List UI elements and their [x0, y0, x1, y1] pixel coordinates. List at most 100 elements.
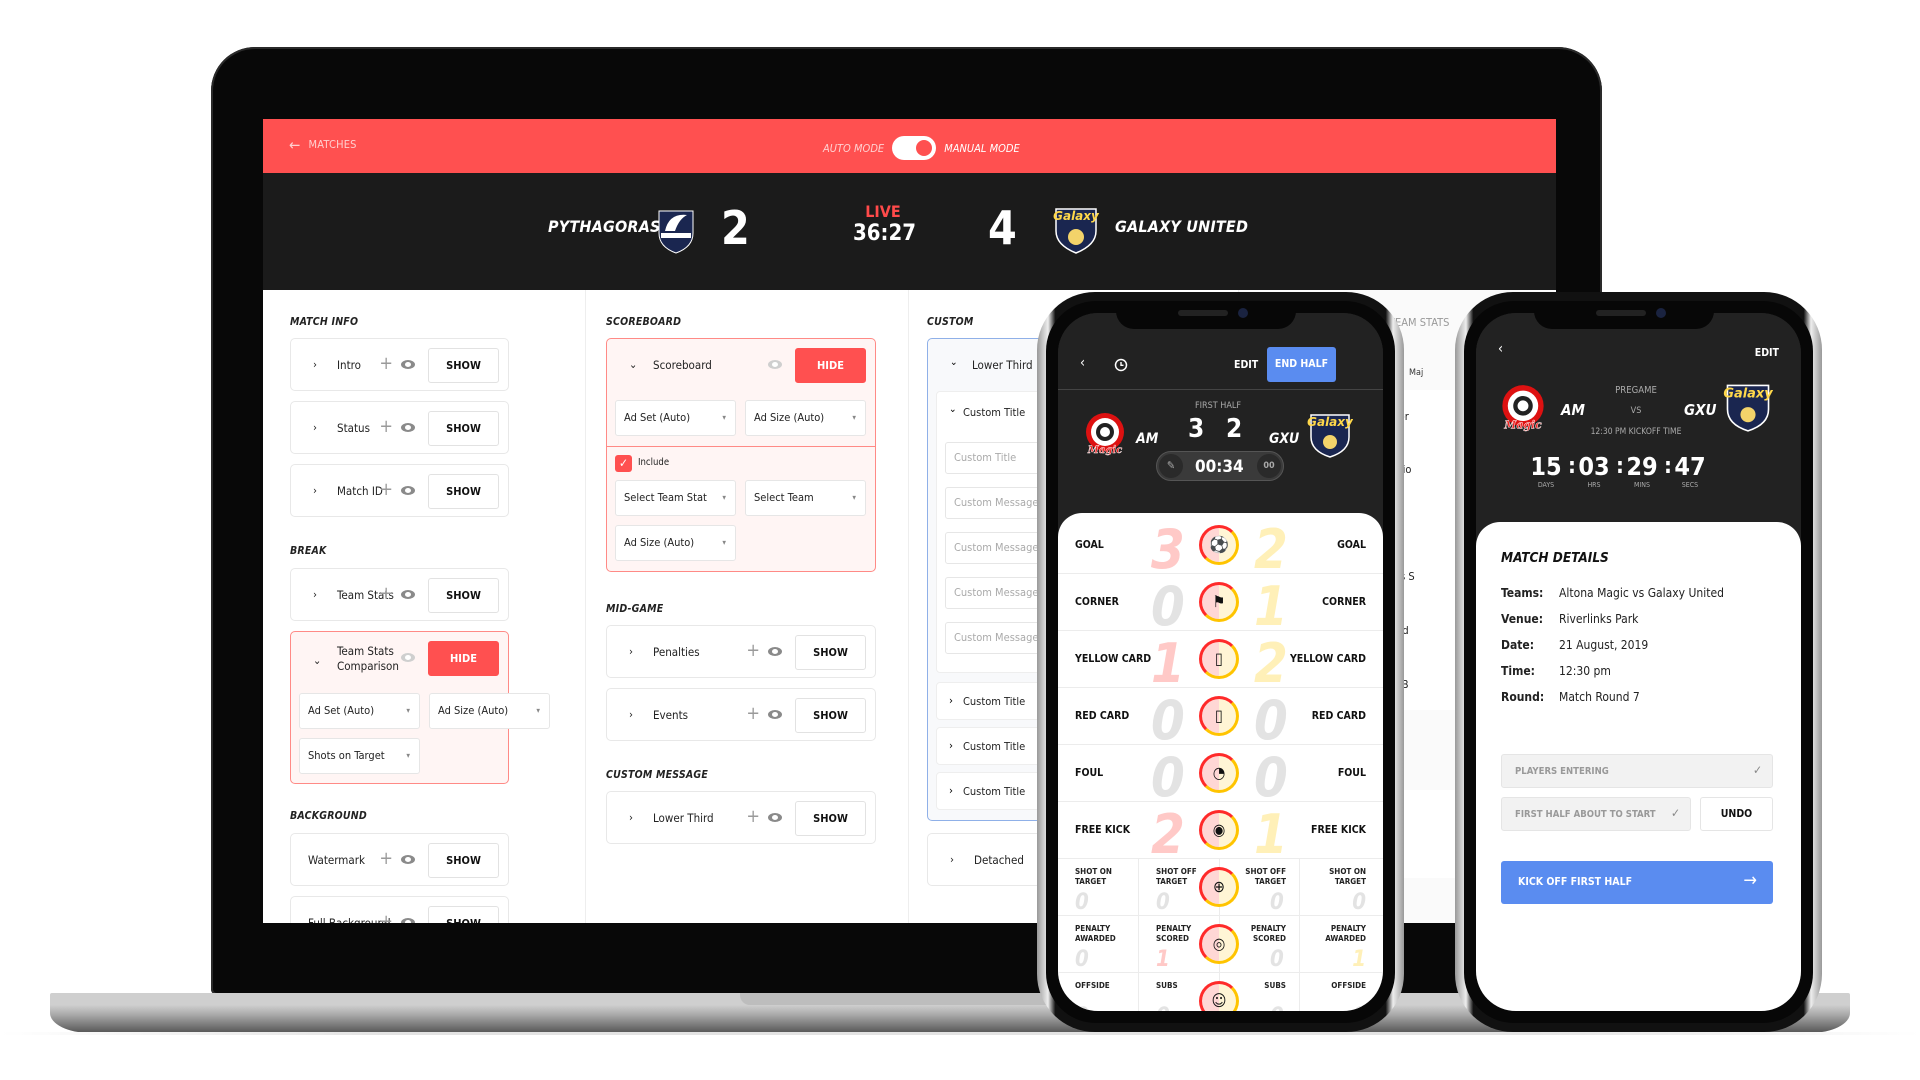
eye-icon[interactable]	[401, 918, 415, 923]
stat-value[interactable]: 0	[1352, 892, 1366, 914]
mode-toggle[interactable]	[892, 136, 937, 160]
stat-value[interactable]: 0	[1075, 1006, 1089, 1012]
chevron-down-icon[interactable]: ⌄	[949, 404, 957, 415]
chevron-down-icon[interactable]: ⌄	[629, 358, 637, 371]
eye-icon[interactable]	[401, 423, 415, 432]
graphic-row-lower-third[interactable]: › Lower Third + SHOW	[606, 791, 876, 844]
chevron-down-icon[interactable]: ⌄	[950, 357, 958, 368]
stat-value[interactable]: 0	[1156, 892, 1170, 914]
hide-button[interactable]: HIDE	[795, 348, 866, 383]
ad-size-select[interactable]: Ad Size (Auto)	[429, 693, 550, 729]
ad-set-select[interactable]: Ad Set (Auto)	[615, 400, 736, 436]
chevron-right-icon[interactable]: ›	[949, 784, 953, 797]
plus-icon[interactable]: +	[379, 416, 393, 437]
stat-away-value[interactable]: 2	[1254, 637, 1288, 691]
stat-home-value[interactable]: 0	[1151, 694, 1185, 748]
show-button[interactable]: SHOW	[428, 578, 499, 613]
stat-home-value[interactable]: 1	[1151, 637, 1185, 691]
plus-icon[interactable]: +	[379, 911, 393, 923]
chevron-right-icon[interactable]: ›	[313, 588, 317, 601]
chevron-right-icon[interactable]: ›	[949, 739, 953, 752]
eye-icon[interactable]	[401, 486, 415, 495]
chevron-right-icon[interactable]: ›	[629, 708, 633, 721]
kick-off-first-half-button[interactable]: KICK OFF FIRST HALF →	[1501, 861, 1773, 904]
edit-button[interactable]: EDIT	[1755, 347, 1779, 359]
stat-away-value[interactable]: 1	[1254, 580, 1288, 634]
eye-icon[interactable]	[401, 360, 415, 369]
back-to-matches-link[interactable]: ← MATCHES	[289, 137, 357, 152]
plus-icon[interactable]: +	[379, 353, 393, 374]
chevron-right-icon[interactable]: ›	[629, 645, 633, 658]
stat-home-value[interactable]: 2	[1151, 808, 1185, 862]
graphic-row-scoreboard[interactable]: ⌄ Scoreboard HIDE Ad Set (Auto) Ad Size …	[606, 338, 876, 572]
end-half-button[interactable]: END HALF	[1267, 347, 1336, 382]
stat-value[interactable]: 0	[1270, 892, 1284, 914]
stat-value[interactable]: 0	[1075, 949, 1089, 971]
graphic-row-watermark[interactable]: Watermark + SHOW	[290, 833, 509, 886]
eye-icon[interactable]	[768, 647, 782, 656]
stat-value[interactable]: 0	[1156, 1006, 1170, 1012]
show-button[interactable]: SHOW	[428, 906, 499, 923]
graphic-row-team-stats-comparison[interactable]: ⌄ Team Stats Comparison HIDE Ad Set (Auto…	[290, 631, 550, 784]
eye-icon[interactable]	[768, 360, 782, 369]
graphic-row-status[interactable]: › Status + SHOW	[290, 401, 509, 454]
edit-button[interactable]: EDIT	[1234, 359, 1258, 371]
eye-icon[interactable]	[768, 813, 782, 822]
stat-home-value[interactable]: 3	[1151, 523, 1185, 577]
chevron-right-icon[interactable]: ›	[313, 358, 317, 371]
plus-icon[interactable]: +	[746, 640, 760, 661]
stat-value[interactable]: 0	[1352, 1006, 1366, 1012]
undo-button[interactable]: UNDO	[1700, 797, 1773, 831]
stat-value[interactable]: 1	[1352, 949, 1366, 971]
include-checkbox[interactable]: ✓	[615, 455, 632, 472]
graphic-row-team-stats[interactable]: › Team Stats + SHOW	[290, 568, 509, 621]
ad-size-select-2[interactable]: Ad Size (Auto)	[615, 525, 736, 561]
back-icon[interactable]: ‹	[1498, 341, 1503, 357]
plus-icon[interactable]: +	[379, 479, 393, 500]
stat-value[interactable]: 1	[1156, 949, 1170, 971]
stat-away-value[interactable]: 2	[1254, 523, 1288, 577]
graphic-row-match-id[interactable]: › Match ID + SHOW	[290, 464, 509, 517]
hide-button[interactable]: HIDE	[428, 641, 499, 676]
stat-away-value[interactable]: 0	[1254, 694, 1288, 748]
stat-home-value[interactable]: 0	[1151, 751, 1185, 805]
ad-size-select[interactable]: Ad Size (Auto)	[745, 400, 866, 436]
eye-icon[interactable]	[401, 855, 415, 864]
plus-icon[interactable]: +	[379, 848, 393, 869]
plus-icon[interactable]: +	[746, 806, 760, 827]
show-button[interactable]: SHOW	[795, 801, 866, 836]
show-button[interactable]: SHOW	[428, 348, 499, 383]
show-button[interactable]: SHOW	[428, 474, 499, 509]
graphic-row-full-background[interactable]: Full Background + SHOW	[290, 896, 509, 923]
team-stat-select[interactable]: Select Team Stat	[615, 480, 736, 516]
stat-home-value[interactable]: 0	[1151, 580, 1185, 634]
show-button[interactable]: SHOW	[428, 843, 499, 878]
pencil-icon[interactable]: ✎	[1159, 454, 1183, 478]
stat-select[interactable]: Shots on Target	[299, 738, 420, 774]
clock-icon[interactable]	[1114, 358, 1128, 372]
back-icon[interactable]: ‹	[1080, 355, 1085, 371]
chevron-down-icon[interactable]: ⌄	[313, 654, 321, 667]
chevron-right-icon[interactable]: ›	[313, 484, 317, 497]
graphic-row-intro[interactable]: › Intro + SHOW	[290, 338, 509, 391]
eye-icon[interactable]	[768, 710, 782, 719]
show-button[interactable]: SHOW	[795, 635, 866, 670]
eye-icon[interactable]	[401, 590, 415, 599]
eye-icon[interactable]	[401, 653, 415, 662]
stat-away-value[interactable]: 0	[1254, 751, 1288, 805]
stat-value[interactable]: 0	[1270, 949, 1284, 971]
timer-extra-button[interactable]: 00	[1257, 454, 1281, 478]
graphic-row-penalties[interactable]: › Penalties + SHOW	[606, 625, 876, 678]
team-select[interactable]: Select Team	[745, 480, 866, 516]
show-button[interactable]: SHOW	[428, 411, 499, 446]
chevron-right-icon[interactable]: ›	[949, 694, 953, 707]
stat-value[interactable]: 0	[1270, 1006, 1284, 1012]
chevron-right-icon[interactable]: ›	[629, 811, 633, 824]
plus-icon[interactable]: +	[746, 703, 760, 724]
chevron-right-icon[interactable]: ›	[950, 853, 954, 866]
graphic-row-events[interactable]: › Events + SHOW	[606, 688, 876, 741]
chevron-right-icon[interactable]: ›	[313, 421, 317, 434]
show-button[interactable]: SHOW	[795, 698, 866, 733]
stat-value[interactable]: 0	[1075, 892, 1089, 914]
stat-away-value[interactable]: 1	[1254, 808, 1288, 862]
